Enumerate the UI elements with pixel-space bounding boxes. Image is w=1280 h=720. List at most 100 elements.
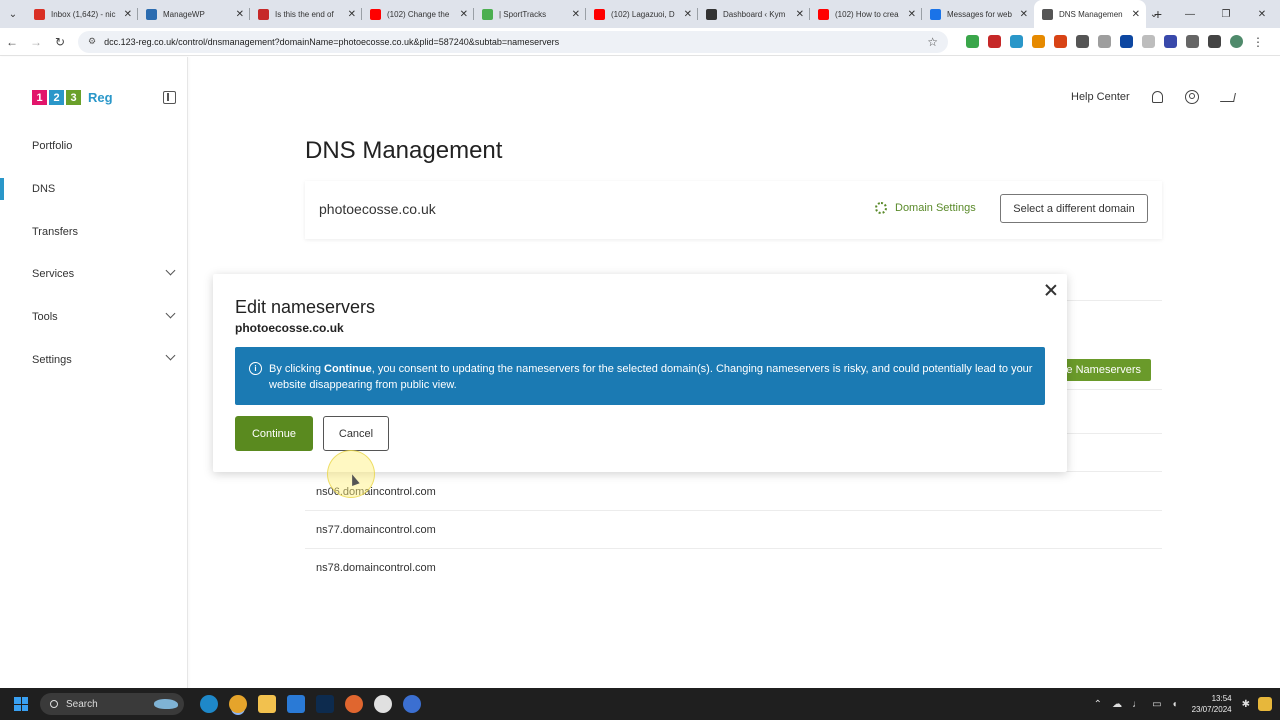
extension-icon[interactable]	[1032, 35, 1045, 48]
maximize-icon[interactable]: ❐	[1208, 0, 1244, 28]
clock-time: 13:54	[1211, 694, 1232, 703]
sidebar-item-services[interactable]: Services	[0, 253, 188, 296]
extensions-toolbar: ⋮	[966, 35, 1265, 49]
extension-icon[interactable]	[1010, 35, 1023, 48]
extension-icon[interactable]	[988, 35, 1001, 48]
tab-favicon	[258, 8, 269, 20]
clock[interactable]: 13:54 23/07/2024	[1192, 693, 1232, 715]
tab-close-icon[interactable]: ✕	[684, 9, 692, 20]
tab-favicon	[482, 8, 493, 20]
help-center-link[interactable]: Help Center	[1071, 91, 1130, 103]
sidebar-item-dns[interactable]: DNS	[0, 168, 188, 211]
cancel-button[interactable]: Cancel	[323, 416, 389, 451]
back-icon[interactable]: ←	[0, 35, 24, 49]
close-window-icon[interactable]: ✕	[1244, 0, 1280, 28]
tab-favicon	[370, 8, 381, 20]
tab-close-icon[interactable]: ✕	[124, 9, 132, 20]
url-omnibox[interactable]: ⚙ dcc.123-reg.co.uk/control/dnsmanagemen…	[78, 30, 948, 53]
microphone-icon[interactable]: ♩	[1132, 699, 1142, 710]
extension-icon[interactable]	[1164, 35, 1177, 48]
logo[interactable]: 1 2 3 Reg	[32, 90, 113, 105]
sidebar-item-settings[interactable]: Settings	[0, 338, 188, 381]
firefox-icon[interactable]	[345, 695, 363, 713]
logo-digit: 3	[66, 90, 81, 105]
browser-tab[interactable]: DNS Managemen ✕	[1034, 0, 1146, 28]
extension-icon[interactable]	[1142, 35, 1155, 48]
app-icon[interactable]	[374, 695, 392, 713]
windows-start-icon[interactable]	[14, 697, 28, 711]
chevron-down-icon[interactable]	[165, 308, 176, 319]
sidebar-item-transfers[interactable]: Transfers	[0, 210, 188, 253]
tab-close-icon[interactable]: ✕	[1020, 9, 1028, 20]
tab-favicon	[930, 8, 941, 20]
copilot-icon[interactable]	[1258, 697, 1272, 711]
search-highlight-icon	[154, 699, 178, 709]
domain-settings-link[interactable]: Domain Settings	[875, 202, 976, 214]
tab-label: Is this the end of	[275, 9, 334, 19]
volume-icon[interactable]: ◖	[1172, 699, 1178, 710]
taskbar-search[interactable]: Search	[40, 693, 184, 715]
extension-icon[interactable]	[1076, 35, 1089, 48]
collapse-sidebar-icon[interactable]	[163, 91, 176, 104]
cart-icon[interactable]	[1219, 92, 1236, 102]
site-info-icon[interactable]: ⚙	[88, 36, 96, 47]
browser-tab[interactable]: Dashboard ‹ Kym ✕	[698, 0, 810, 28]
extension-icon[interactable]	[1120, 35, 1133, 48]
browser-tab[interactable]: Is this the end of ✕	[250, 0, 362, 28]
profile-avatar[interactable]	[1230, 35, 1243, 48]
bookmark-star-icon[interactable]: ☆	[927, 35, 938, 49]
browser-tab-bar: ⌄ Inbox (1,642) - nic ✕ ManageWP ✕ Is this t…	[0, 0, 1280, 28]
browser-tab[interactable]: (102) Change the ✕	[362, 0, 474, 28]
tab-close-icon[interactable]: ✕	[796, 9, 804, 20]
bell-icon[interactable]	[1151, 91, 1163, 103]
browser-tab[interactable]: Messages for web ✕	[922, 0, 1034, 28]
tab-search-icon[interactable]: ⌄	[0, 0, 26, 28]
chevron-down-icon[interactable]	[165, 350, 176, 361]
extension-icon[interactable]	[1098, 35, 1111, 48]
window-controls: ⌄ — ❐ ✕	[1136, 0, 1280, 28]
select-domain-button[interactable]: Select a different domain	[1000, 194, 1148, 223]
network-icon[interactable]: ▭	[1152, 699, 1161, 710]
more-menu-icon[interactable]: ⋮	[1252, 35, 1265, 49]
extension-icon[interactable]	[1054, 35, 1067, 48]
domain-name: photoecosse.co.uk	[319, 201, 436, 217]
sidebar-item-tools[interactable]: Tools	[0, 296, 188, 339]
chevron-up-icon[interactable]: ⌃	[1094, 699, 1102, 710]
close-icon[interactable]	[1043, 282, 1059, 298]
app-icon[interactable]	[403, 695, 421, 713]
forward-icon[interactable]: →	[24, 35, 48, 49]
puzzle-icon[interactable]	[1186, 35, 1199, 48]
browser-tab[interactable]: | SportTracks ✕	[474, 0, 586, 28]
tab-close-icon[interactable]: ✕	[348, 9, 356, 20]
browser-tab[interactable]: Inbox (1,642) - nic ✕	[26, 0, 138, 28]
reload-icon[interactable]: ↻	[48, 35, 72, 49]
tab-close-icon[interactable]: ✕	[236, 9, 244, 20]
file-explorer-icon[interactable]	[258, 695, 276, 713]
chevron-down-icon[interactable]: ⌄	[1136, 0, 1172, 28]
tab-close-icon[interactable]: ✕	[460, 9, 468, 20]
search-icon	[50, 700, 58, 708]
sidebar-item-portfolio[interactable]: Portfolio	[0, 125, 188, 168]
system-tray: ⌃ ☁ ♩ ▭ ◖ 13:54 23/07/2024 ✱	[1084, 688, 1280, 720]
tab-label: (102) Lagazuoi, D	[611, 9, 675, 19]
minimize-icon[interactable]: —	[1172, 0, 1208, 28]
browser-tab[interactable]: ManageWP ✕	[138, 0, 250, 28]
extension-icon[interactable]	[966, 35, 979, 48]
vscode-icon[interactable]	[287, 695, 305, 713]
edge-icon[interactable]	[200, 695, 218, 713]
tab-close-icon[interactable]: ✕	[572, 9, 580, 20]
url-text[interactable]: dcc.123-reg.co.uk/control/dnsmanagement?…	[104, 37, 927, 47]
browser-tab[interactable]: (102) Lagazuoi, D ✕	[586, 0, 698, 28]
account-icon[interactable]	[1184, 90, 1199, 104]
chevron-down-icon[interactable]	[165, 265, 176, 276]
windows-taskbar: Search ⌃ ☁ ♩ ▭ ◖ 13:54 23/07/2024 ✱	[0, 688, 1280, 720]
notification-bell-icon[interactable]: ✱	[1242, 699, 1250, 710]
logo-text: Reg	[88, 90, 113, 105]
reading-list-icon[interactable]	[1208, 35, 1221, 48]
browser-tab[interactable]: (102) How to crea ✕	[810, 0, 922, 28]
tab-close-icon[interactable]: ✕	[908, 9, 916, 20]
chrome-icon[interactable]	[229, 695, 247, 713]
cloud-icon[interactable]: ☁	[1112, 699, 1122, 710]
continue-button[interactable]: Continue	[235, 416, 313, 451]
photoshop-icon[interactable]	[316, 695, 334, 713]
